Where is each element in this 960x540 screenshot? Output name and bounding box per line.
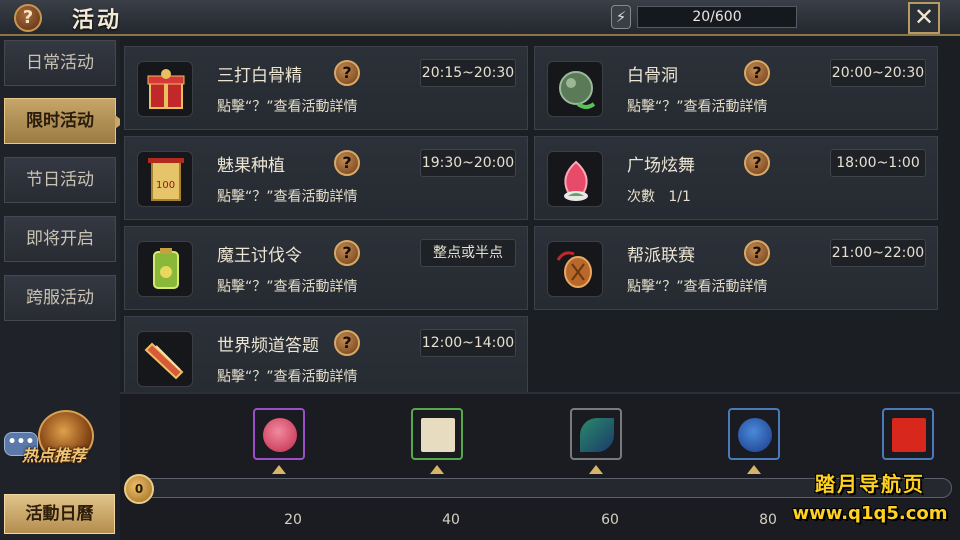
watermark: 踏月导航页 www.q1q5.com	[780, 468, 960, 524]
gift-box-icon	[137, 61, 193, 117]
activity-help-button[interactable]: ?	[334, 150, 360, 176]
milestone-label: 20	[284, 512, 302, 528]
tab-festival[interactable]: 节日活动	[4, 157, 116, 203]
activity-help-button[interactable]: ?	[334, 330, 360, 356]
tab-cross-server[interactable]: 跨服活动	[4, 275, 116, 321]
activity-help-button[interactable]: ?	[334, 60, 360, 86]
activity-card[interactable]: 世界频道答题 ? 12:00~14:00 點擊“？”查看活動詳情	[124, 316, 528, 400]
tab-limited[interactable]: 限时活动	[4, 98, 124, 144]
activity-time: 12:00~14:00	[420, 329, 516, 357]
reward-marker-icon	[747, 465, 761, 474]
activity-desc: 點擊“？”查看活動詳情	[217, 279, 358, 295]
pouch-icon	[547, 241, 603, 297]
activity-list: 三打白骨精 ? 20:15~20:30 點擊“？”查看活動詳情 白骨洞 ? 20…	[120, 36, 960, 400]
activity-help-button[interactable]: ?	[744, 150, 770, 176]
jade-token-icon	[137, 241, 193, 297]
activity-time: 20:15~20:30	[420, 59, 516, 87]
energy-counter: 20/600	[637, 6, 797, 28]
progress-current: 0	[124, 474, 154, 504]
activity-desc: 點擊“？”查看活動詳情	[627, 279, 768, 295]
activity-card[interactable]: 广场炫舞 ? 18:00~1:00 次數 1/1	[534, 136, 938, 220]
svg-text:100: 100	[156, 180, 175, 191]
reward-marker-icon	[589, 465, 603, 474]
activity-name: 世界频道答题	[217, 336, 319, 356]
activity-time: 21:00~22:00	[830, 239, 926, 267]
reward-marker-icon	[272, 465, 286, 474]
peach-icon	[547, 151, 603, 207]
header-bar: ? 活动 ⚡ 20/600 ✕	[0, 0, 960, 36]
lightning-icon: ⚡	[611, 5, 631, 29]
hot-recommend-label: 热点推荐	[22, 446, 87, 465]
activity-name: 白骨洞	[627, 66, 678, 86]
activity-help-button[interactable]: ?	[744, 240, 770, 266]
activity-card[interactable]: 帮派联赛 ? 21:00~22:00 點擊“？”查看活動詳情	[534, 226, 938, 310]
activity-desc: 點擊“？”查看活動詳情	[217, 369, 358, 385]
activity-card[interactable]: 白骨洞 ? 20:00~20:30 點擊“？”查看活動詳情	[534, 46, 938, 130]
reward-marker-icon	[430, 465, 444, 474]
close-button[interactable]: ✕	[908, 2, 940, 34]
activity-desc: 次數 1/1	[627, 189, 691, 205]
feather-reward-icon[interactable]	[570, 408, 622, 460]
sidebar: 日常活动 限时活动 节日活动 即将开启 跨服活动 ••• 热点推荐 活動日曆	[0, 36, 124, 540]
activity-time: 18:00~1:00	[830, 149, 926, 177]
jade-orb-icon	[547, 61, 603, 117]
milestone-label: 40	[442, 512, 460, 528]
document-reward-icon[interactable]	[411, 408, 463, 460]
red-envelope-reward-icon[interactable]	[882, 408, 934, 460]
activity-desc: 點擊“？”查看活動詳情	[627, 99, 768, 115]
activity-desc: 點擊“？”查看活動詳情	[217, 99, 358, 115]
activity-name: 帮派联赛	[627, 246, 695, 266]
activity-name: 广场炫舞	[627, 156, 695, 176]
activity-help-button[interactable]: ?	[334, 240, 360, 266]
activity-name: 三打白骨精	[217, 66, 302, 86]
scroll-icon	[137, 331, 193, 387]
activity-desc: 點擊“？”查看活動詳情	[217, 189, 358, 205]
milestone-label: 60	[601, 512, 619, 528]
scroll-banner-icon: 100	[137, 151, 193, 207]
activity-time: 19:30~20:00	[420, 149, 516, 177]
activity-time: 整点或半点	[420, 239, 516, 267]
activity-name: 魔王讨伐令	[217, 246, 302, 266]
activity-time: 20:00~20:30	[830, 59, 926, 87]
hot-recommend[interactable]: ••• 热点推荐	[4, 410, 114, 480]
tab-daily[interactable]: 日常活动	[4, 40, 116, 86]
bag-reward-icon[interactable]	[728, 408, 780, 460]
activity-name: 魅果种植	[217, 156, 285, 176]
activity-card[interactable]: 魔王讨伐令 ? 整点或半点 點擊“？”查看活動詳情	[124, 226, 528, 310]
help-button[interactable]: ?	[14, 4, 42, 32]
watermark-url: www.q1q5.com	[792, 503, 948, 524]
calendar-button[interactable]: 活動日曆	[4, 494, 115, 534]
watermark-title: 踏月导航页	[815, 472, 925, 496]
tab-upcoming[interactable]: 即将开启	[4, 216, 116, 262]
activity-help-button[interactable]: ?	[744, 60, 770, 86]
peach-reward-icon[interactable]	[253, 408, 305, 460]
page-title: 活动	[72, 7, 123, 33]
activity-card[interactable]: 三打白骨精 ? 20:15~20:30 點擊“？”查看活動詳情	[124, 46, 528, 130]
activity-card[interactable]: 100 魅果种植 ? 19:30~20:00 點擊“？”查看活動詳情	[124, 136, 528, 220]
